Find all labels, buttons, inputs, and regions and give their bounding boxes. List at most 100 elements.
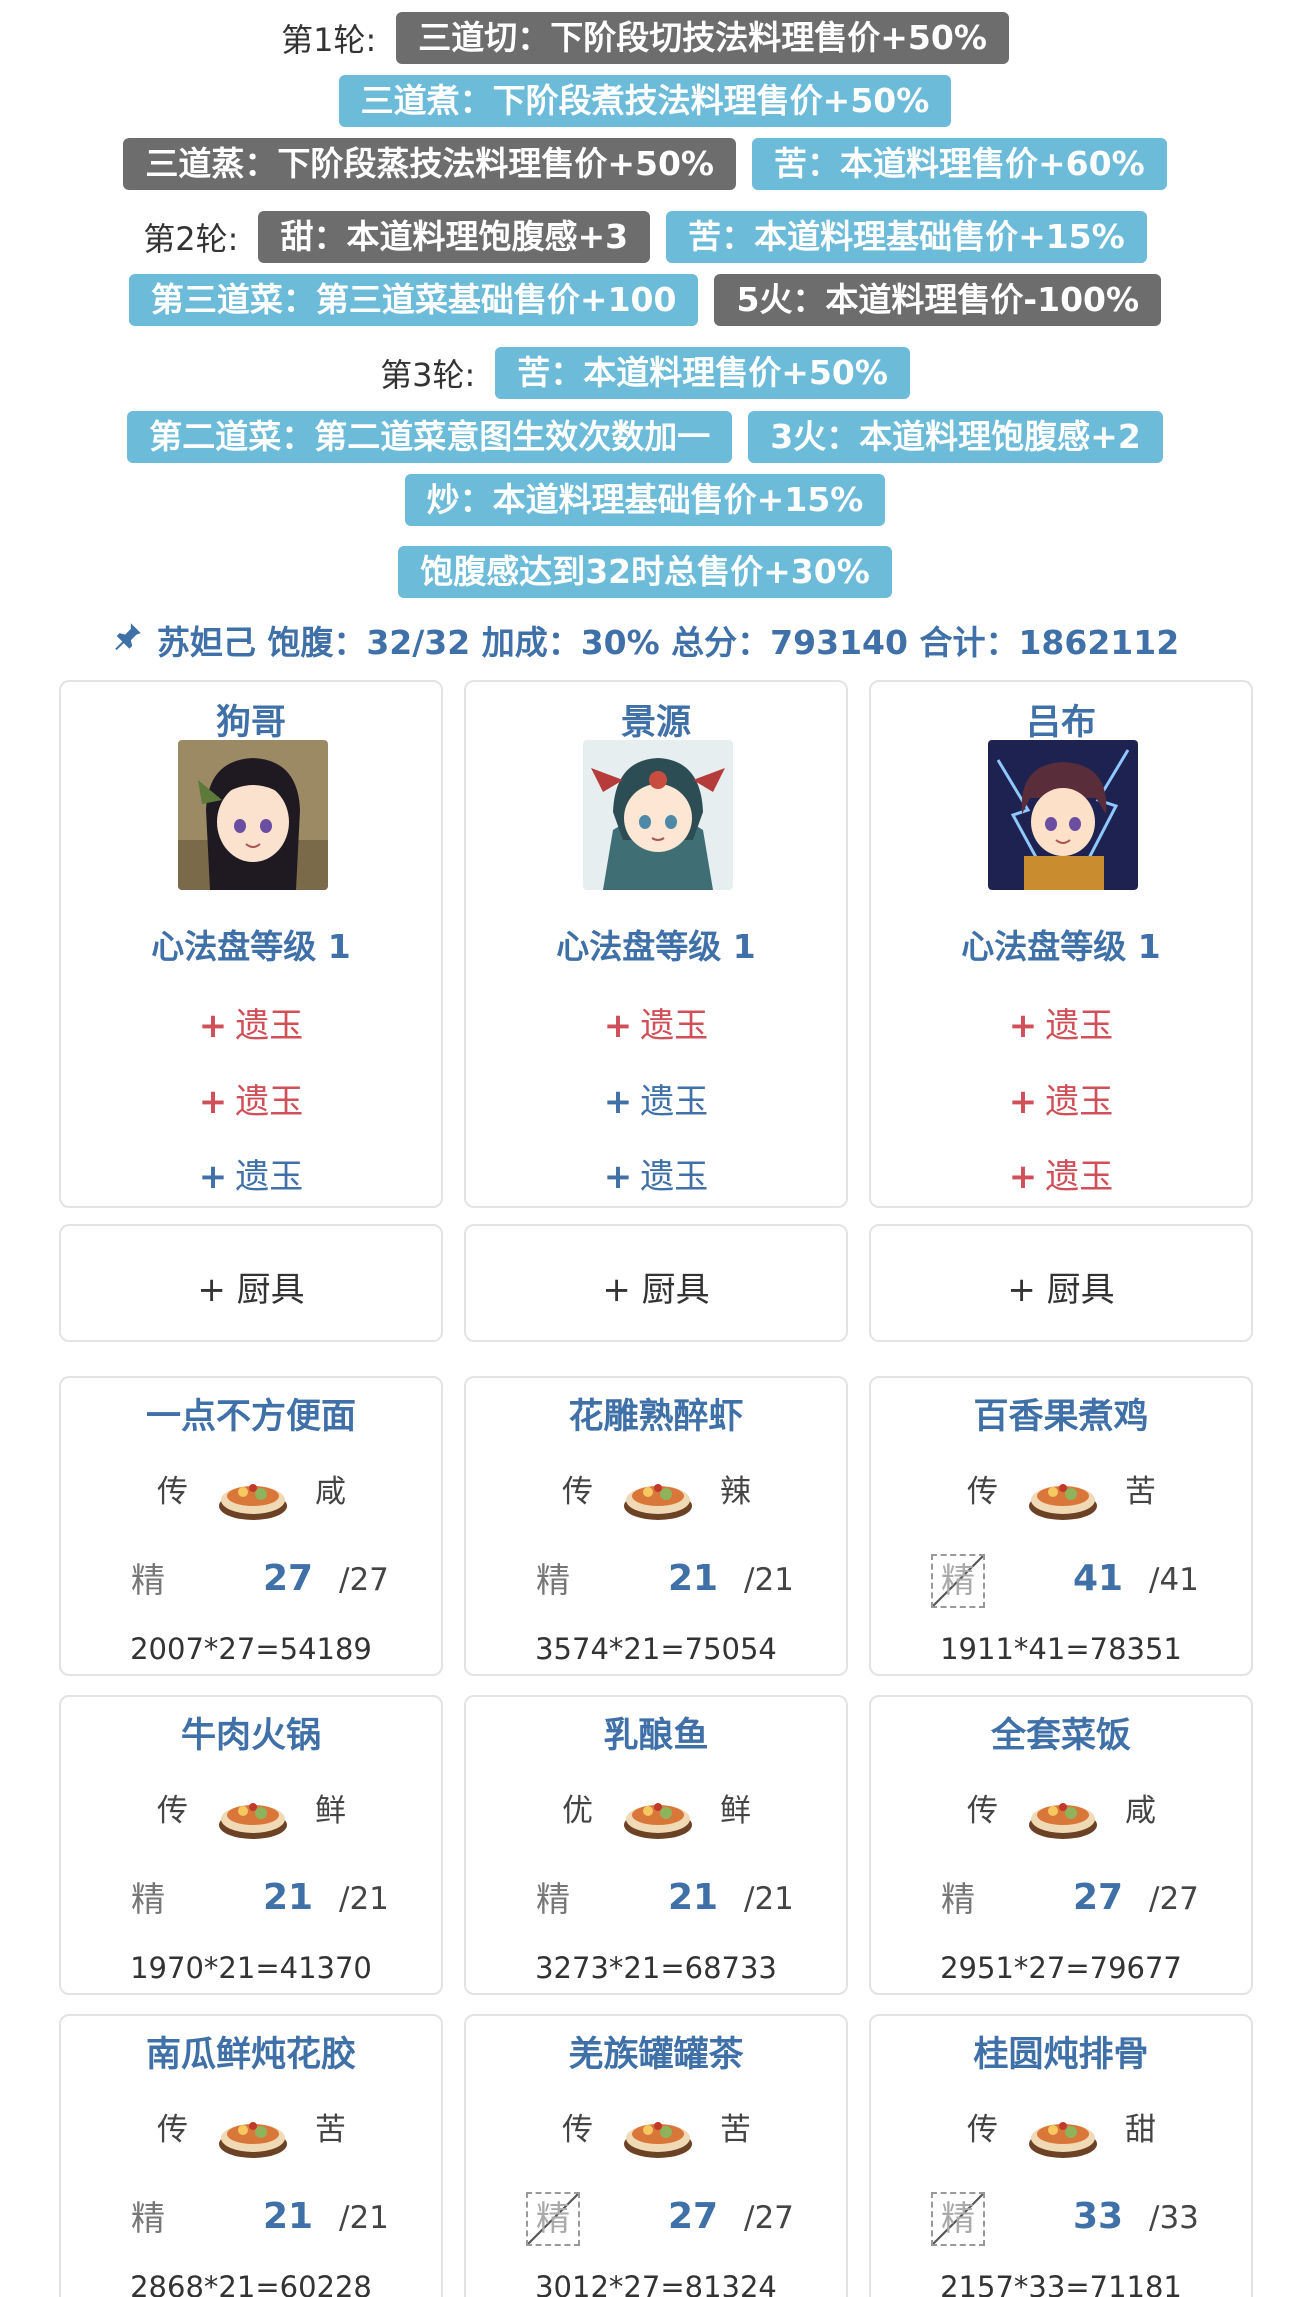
dish-quantity[interactable]: 21 bbox=[662, 1558, 724, 1599]
kitchenware-label: + 厨具 bbox=[197, 1270, 305, 1310]
dish-name: 百香果煮鸡 bbox=[973, 1397, 1149, 1437]
round3-row-a: 第3轮: 苦：本道料理售价+50% bbox=[0, 347, 1290, 399]
chef-card[interactable]: 吕布 心法盘等级 1 + 遗玉 + 遗玉 + 遗玉 bbox=[869, 680, 1253, 1208]
dish-skill-badge[interactable]: 精 bbox=[121, 1554, 175, 1608]
dish-name: 羌族罐罐茶 bbox=[568, 2035, 744, 2075]
kitchenware-slot[interactable]: + 厨具 bbox=[869, 1224, 1253, 1342]
dish-taste: 咸 bbox=[315, 1474, 346, 1510]
jade-slot[interactable]: + 遗玉 bbox=[871, 998, 1251, 1047]
dish-taste: 鲜 bbox=[315, 1793, 346, 1829]
dish-image bbox=[213, 1769, 293, 1849]
round3-row-c: 炒：本道料理基础售价+15% bbox=[0, 474, 1290, 526]
dish-score-formula: 2157*33=71181 bbox=[940, 2270, 1182, 2297]
jade-slot[interactable]: + 遗玉 bbox=[61, 1074, 441, 1123]
dish-score-formula: 1970*21=41370 bbox=[130, 1951, 372, 1985]
round3-row-b: 第二道菜：第二道菜意图生效次数加一 3火：本道料理饱腹感+2 bbox=[0, 411, 1290, 463]
dish-quantity-max: /21 bbox=[339, 1881, 389, 1917]
round-label: 第3轮: bbox=[380, 356, 476, 394]
dish-name: 全套菜饭 bbox=[990, 1716, 1131, 1756]
dish-quantity[interactable]: 27 bbox=[662, 2196, 724, 2237]
dish-rank: 传 bbox=[562, 2112, 593, 2148]
heart-level[interactable]: 心法盘等级 1 bbox=[61, 920, 441, 968]
jade-slot[interactable]: + 遗玉 bbox=[871, 1149, 1251, 1198]
dish-skill-badge[interactable]: 精 bbox=[931, 1873, 985, 1927]
dish-card[interactable]: 桂圆炖排骨 传 甜 精 33 /33 2157*33=71181 bbox=[869, 2014, 1253, 2297]
jade-slot[interactable]: + 遗玉 bbox=[466, 1149, 846, 1198]
dish-taste: 苦 bbox=[720, 2112, 751, 2148]
dish-quantity[interactable]: 21 bbox=[257, 1877, 319, 1918]
dish-image bbox=[213, 2088, 293, 2168]
jade-slot[interactable]: + 遗玉 bbox=[466, 1074, 846, 1123]
dish-score-formula: 3574*21=75054 bbox=[535, 1632, 777, 1666]
dish-card[interactable]: 一点不方便面 传 咸 精 27 /27 2007*27=54189 bbox=[59, 1376, 443, 1676]
dish-skill-badge[interactable]: 精 bbox=[526, 1873, 580, 1927]
pin-icon[interactable] bbox=[111, 619, 145, 661]
dish-score-formula: 2007*27=54189 bbox=[130, 1632, 372, 1666]
dish-skill-badge[interactable]: 精 bbox=[931, 2192, 985, 2246]
round1-row-b: 三道煮：下阶段煮技法料理售价+50% bbox=[0, 75, 1290, 127]
dish-quantity-max: /27 bbox=[744, 2200, 794, 2236]
dish-quantity-max: /21 bbox=[744, 1562, 794, 1598]
round-label: 第2轮: bbox=[143, 220, 239, 258]
dish-taste: 甜 bbox=[1125, 2112, 1156, 2148]
dish-name: 一点不方便面 bbox=[145, 1397, 356, 1437]
dish-rank: 传 bbox=[967, 2112, 998, 2148]
dish-quantity[interactable]: 27 bbox=[1067, 1877, 1129, 1918]
satiety-bonus-tag: 饱腹感达到32时总售价+30% bbox=[398, 546, 892, 598]
round-label: 第1轮: bbox=[281, 21, 377, 59]
dish-card[interactable]: 乳酿鱼 优 鲜 精 21 /21 3273*21=68733 bbox=[464, 1695, 848, 1995]
dish-quantity[interactable]: 27 bbox=[257, 1558, 319, 1599]
dish-card[interactable]: 南瓜鲜炖花胶 传 苦 精 21 /21 2868*21=60228 bbox=[59, 2014, 443, 2297]
jade-slot[interactable]: + 遗玉 bbox=[61, 1149, 441, 1198]
rule-tag: 苦：本道料理售价+50% bbox=[495, 347, 910, 399]
kitchenware-slot[interactable]: + 厨具 bbox=[464, 1224, 848, 1342]
rule-tag: 3火：本道料理饱腹感+2 bbox=[748, 411, 1163, 463]
jade-slot[interactable]: + 遗玉 bbox=[61, 998, 441, 1047]
dish-name: 花雕熟醉虾 bbox=[568, 1397, 744, 1437]
heart-level[interactable]: 心法盘等级 1 bbox=[466, 920, 846, 968]
dish-rank: 传 bbox=[562, 1474, 593, 1510]
kitchenware-label: + 厨具 bbox=[1007, 1270, 1115, 1310]
round1-row-c: 三道蒸：下阶段蒸技法料理售价+50% 苦：本道料理售价+60% bbox=[0, 138, 1290, 190]
dish-card[interactable]: 百香果煮鸡 传 苦 精 41 /41 1911*41=78351 bbox=[869, 1376, 1253, 1676]
dish-card[interactable]: 花雕熟醉虾 传 辣 精 21 /21 3574*21=75054 bbox=[464, 1376, 848, 1676]
dish-skill-badge[interactable]: 精 bbox=[526, 1554, 580, 1608]
dish-skill-badge[interactable]: 精 bbox=[121, 1873, 175, 1927]
dish-quantity-max: /21 bbox=[744, 1881, 794, 1917]
chef-card[interactable]: 景源 心法盘等级 1 + 遗玉 + 遗玉 + 遗玉 bbox=[464, 680, 848, 1208]
jade-slot[interactable]: + 遗玉 bbox=[871, 1074, 1251, 1123]
dish-rank: 传 bbox=[157, 2112, 188, 2148]
summary-text: 苏妲己 饱腹：32/32 加成：30% 总分：793140 合计：1862112 bbox=[156, 623, 1180, 662]
dish-quantity[interactable]: 41 bbox=[1067, 1558, 1129, 1599]
rule-tag: 第三道菜：第三道菜基础售价+100 bbox=[128, 274, 699, 326]
rule-tag: 三道蒸：下阶段蒸技法料理售价+50% bbox=[123, 138, 736, 190]
dish-score-formula: 2951*27=79677 bbox=[940, 1951, 1182, 1985]
dish-skill-badge[interactable]: 精 bbox=[526, 2192, 580, 2246]
chef-name: 景源 bbox=[620, 703, 691, 743]
jade-slot[interactable]: + 遗玉 bbox=[466, 998, 846, 1047]
dish-card[interactable]: 全套菜饭 传 咸 精 27 /27 2951*27=79677 bbox=[869, 1695, 1253, 1995]
dish-taste: 咸 bbox=[1125, 1793, 1156, 1829]
dish-name: 南瓜鲜炖花胶 bbox=[145, 2035, 356, 2075]
score-summary: 苏妲己 饱腹：32/32 加成：30% 总分：793140 合计：1862112 bbox=[0, 616, 1290, 664]
rule-tag: 5火：本道料理售价-100% bbox=[714, 274, 1162, 326]
dish-image bbox=[618, 1450, 698, 1530]
dish-skill-badge[interactable]: 精 bbox=[121, 2192, 175, 2246]
dish-quantity[interactable]: 33 bbox=[1067, 2196, 1129, 2237]
dish-quantity[interactable]: 21 bbox=[662, 1877, 724, 1918]
dish-image bbox=[1023, 1769, 1103, 1849]
dish-skill-badge[interactable]: 精 bbox=[931, 1554, 985, 1608]
bonus-row: 饱腹感达到32时总售价+30% bbox=[0, 546, 1290, 598]
dish-image bbox=[618, 1769, 698, 1849]
dish-quantity-max: /41 bbox=[1149, 1562, 1199, 1598]
dish-quantity-max: /27 bbox=[339, 1562, 389, 1598]
dish-card[interactable]: 牛肉火锅 传 鲜 精 21 /21 1970*21=41370 bbox=[59, 1695, 443, 1995]
heart-level[interactable]: 心法盘等级 1 bbox=[871, 920, 1251, 968]
chef-avatar bbox=[178, 740, 328, 890]
chef-name: 狗哥 bbox=[215, 703, 286, 743]
dish-card[interactable]: 羌族罐罐茶 传 苦 精 27 /27 3012*27=81324 bbox=[464, 2014, 848, 2297]
dish-quantity[interactable]: 21 bbox=[257, 2196, 319, 2237]
dish-name: 乳酿鱼 bbox=[603, 1716, 709, 1756]
chef-card[interactable]: 狗哥 心法盘等级 1 + 遗玉 + 遗玉 + 遗玉 bbox=[59, 680, 443, 1208]
kitchenware-slot[interactable]: + 厨具 bbox=[59, 1224, 443, 1342]
